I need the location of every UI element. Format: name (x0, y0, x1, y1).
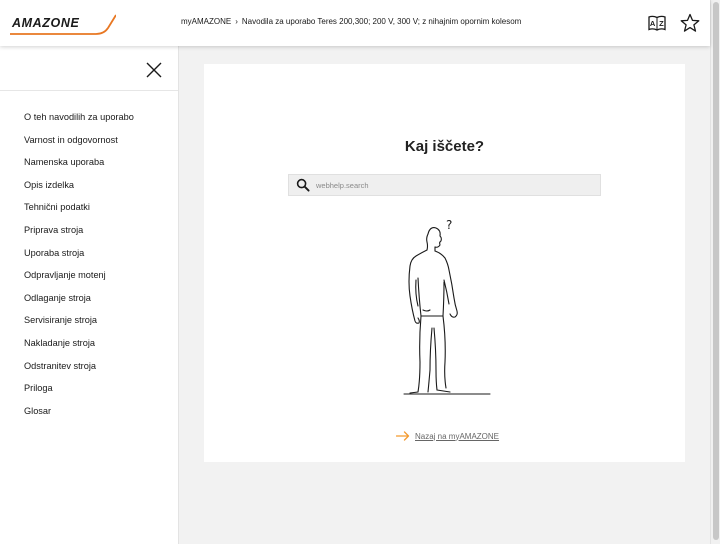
search-icon[interactable] (296, 178, 310, 192)
breadcrumb: myAMAZONE › Navodila za uporabo Teres 20… (181, 17, 521, 26)
page: AMAZONE myAMAZONE › Navodila za uporabo … (0, 0, 720, 544)
breadcrumb-separator: › (235, 17, 238, 26)
svg-text:Z: Z (659, 19, 664, 28)
sidebar-item-nakladanje-stroja[interactable]: Nakladanje stroja (24, 336, 134, 359)
sidebar-item-odpravljanje-motenj[interactable]: Odpravljanje motenj (24, 268, 134, 291)
svg-text:A: A (650, 19, 656, 28)
star-icon[interactable] (680, 13, 700, 33)
logo-text: AMAZONE (12, 16, 80, 30)
sidebar-item-servisiranje-stroja[interactable]: Servisiranje stroja (24, 313, 134, 336)
arrow-right-icon (396, 431, 410, 441)
sidebar-item-tehnicni-podatki[interactable]: Tehnični podatki (24, 200, 134, 223)
sidebar-item-odstranitev-stroja[interactable]: Odstranitev stroja (24, 359, 134, 382)
sidebar-top-bar (0, 46, 178, 91)
question-mark-glyph: ? (446, 218, 453, 232)
page-title: Kaj iščete? (404, 138, 485, 155)
scrollbar-thumb[interactable] (713, 2, 719, 540)
back-link-label: Nazaj na myAMAZONE (415, 431, 500, 441)
search-card: Kaj iščete? webhelp.search ? Nazaj na my… (204, 64, 685, 462)
page-scrollbar[interactable] (710, 0, 720, 544)
sidebar-nav: O teh navodilih za uporabo Varnost in od… (0, 46, 179, 544)
main-content: Kaj iščete? webhelp.search ? Nazaj na my… (179, 46, 710, 544)
breadcrumb-current: Navodila za uporabo Teres 200,300; 200 V… (241, 17, 522, 26)
sidebar-item-priloga[interactable]: Priloga (24, 381, 134, 404)
search-box[interactable] (288, 174, 601, 196)
thinking-person-illustration: ? (394, 218, 504, 396)
sidebar-menu: O teh navodilih za uporabo Varnost in od… (24, 110, 134, 426)
top-header: AMAZONE myAMAZONE › Navodila za uporabo … (0, 0, 710, 46)
close-icon[interactable] (145, 61, 163, 79)
sidebar-item-namenska-uporaba[interactable]: Namenska uporaba (24, 155, 134, 178)
amazone-logo[interactable]: AMAZONE (10, 12, 116, 36)
sidebar-item-opis-izdelka[interactable]: Opis izdelka (24, 178, 134, 201)
sidebar-item-o-teh-navodilih[interactable]: O teh navodilih za uporabo (24, 110, 134, 133)
sidebar-item-varnost[interactable]: Varnost in odgovornost (24, 133, 134, 156)
breadcrumb-root-link[interactable]: myAMAZONE (181, 17, 231, 26)
sidebar-item-priprava-stroja[interactable]: Priprava stroja (24, 223, 134, 246)
back-to-myamazone-link[interactable]: Nazaj na myAMAZONE (396, 431, 499, 441)
sidebar-item-odlaganje-stroja[interactable]: Odlaganje stroja (24, 291, 134, 314)
sidebar-item-uporaba-stroja[interactable]: Uporaba stroja (24, 246, 134, 269)
dictionary-icon[interactable]: A Z (647, 13, 667, 33)
sidebar-item-glosar[interactable]: Glosar (24, 404, 134, 427)
search-input[interactable] (316, 180, 576, 190)
